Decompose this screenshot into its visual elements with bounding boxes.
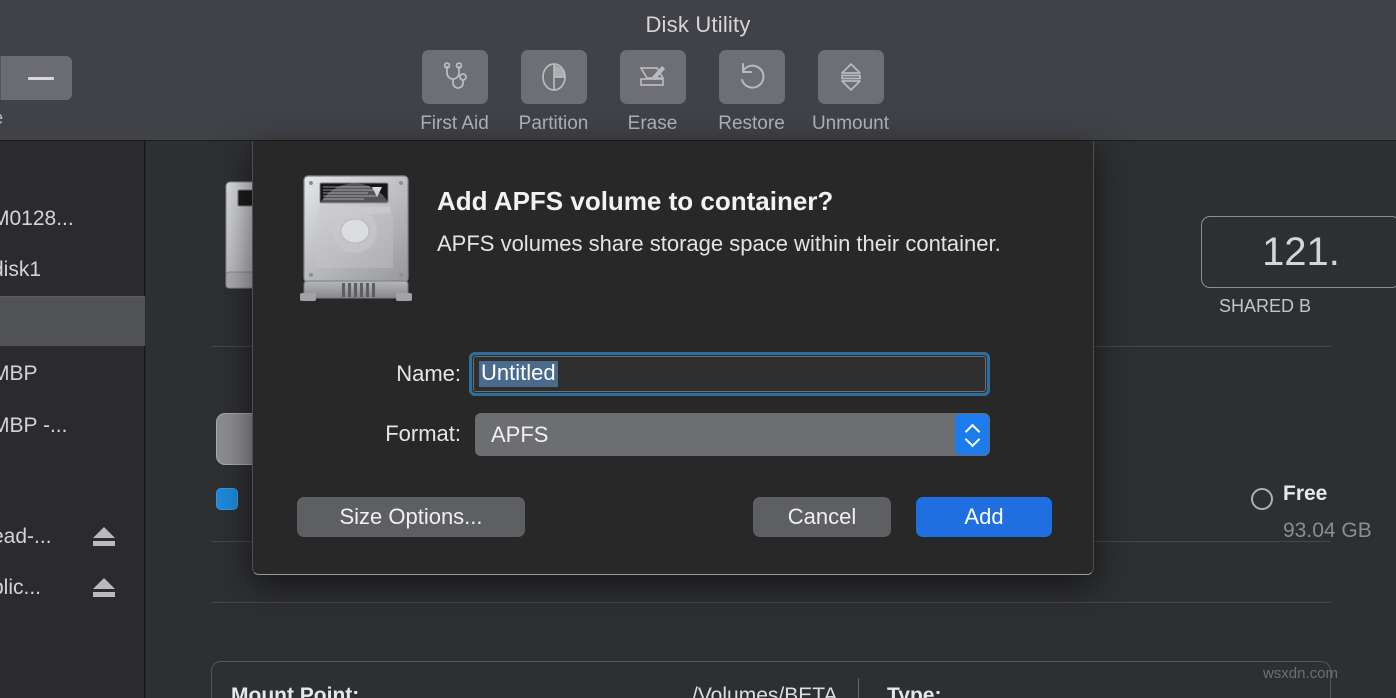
dialog-title: Add APFS volume to container? — [437, 186, 833, 217]
toolbar-label-first-aid: First Aid — [420, 113, 489, 135]
erase-pencil-icon — [637, 62, 669, 92]
mount-point-label: Mount Point: — [231, 684, 359, 698]
sidebar-item-2-selected[interactable] — [0, 296, 145, 346]
sidebar-item-label: M0128... — [0, 207, 74, 231]
add-apfs-volume-dialog: Add APFS volume to container? APFS volum… — [252, 141, 1094, 575]
window-title: Disk Utility — [0, 12, 1396, 38]
eject-triangle — [93, 527, 115, 538]
name-input-inner: Untitled — [473, 356, 986, 392]
sidebar-item-label: MBP -... — [0, 414, 67, 438]
capacity-box: 121. — [1201, 216, 1396, 288]
legend-free-size: 93.04 GB — [1283, 519, 1372, 543]
sidebar: M0128... disk1 MBP MBP -... ead-... blic… — [0, 141, 145, 698]
sidebar-item-label: blic... — [0, 576, 41, 600]
toolbar-button-first-aid[interactable]: First Aid — [405, 50, 504, 135]
eject-triangle — [93, 578, 115, 589]
pie-chart-icon — [538, 61, 570, 93]
hard-drive-icon — [298, 173, 416, 305]
remove-volume-label: lume — [0, 108, 72, 130]
mount-point-value: /Volumes/BETA — [692, 684, 838, 698]
info-separator — [858, 678, 859, 698]
sidebar-item-3[interactable]: MBP — [0, 349, 145, 399]
undo-arrow-icon — [737, 62, 767, 92]
format-select-value: APFS — [491, 422, 548, 448]
format-label: Format: — [385, 421, 461, 447]
cancel-button[interactable]: Cancel — [753, 497, 891, 537]
name-label: Name: — [396, 361, 461, 387]
stethoscope-icon — [440, 62, 470, 92]
sidebar-item-label: ead-... — [0, 525, 52, 549]
dialog-message: APFS volumes share storage space within … — [437, 231, 1001, 257]
erase-button-bg — [620, 50, 686, 104]
format-stepper-icon[interactable] — [955, 414, 989, 455]
format-field-row: Format: — [273, 421, 461, 447]
toolbar-button-unmount[interactable]: Unmount — [801, 50, 900, 135]
toolbar-divider — [0, 56, 1, 100]
capacity-value: 121. — [1262, 230, 1340, 275]
eject-icon[interactable] — [93, 527, 115, 547]
toolbar-label-erase: Erase — [628, 113, 678, 135]
watermark: wsxdn.com — [1263, 665, 1338, 682]
toolbar-label-restore: Restore — [718, 113, 785, 135]
add-button[interactable]: Add — [916, 497, 1052, 537]
minus-icon — [28, 77, 54, 80]
toolbar-button-partition[interactable]: Partition — [504, 50, 603, 135]
legend-free-label: Free — [1283, 482, 1327, 506]
remove-volume-button[interactable] — [0, 56, 72, 100]
eject-updown-icon — [838, 61, 864, 93]
type-label: Type: — [887, 684, 941, 698]
size-options-button[interactable]: Size Options... — [297, 497, 525, 537]
toolbar-buttons: First Aid Partition — [405, 50, 900, 135]
toolbar-label-partition: Partition — [519, 113, 589, 135]
info-card: Mount Point: /Volumes/BETA Type: — [211, 661, 1331, 698]
sidebar-item-6[interactable]: blic... — [0, 563, 145, 613]
window-titlebar: Disk Utility lume First Aid — [0, 0, 1396, 141]
capacity-caption: SHARED B — [1161, 296, 1396, 317]
sidebar-item-5[interactable]: ead-... — [0, 512, 145, 562]
sidebar-item-label: MBP — [0, 362, 38, 386]
sidebar-item-1[interactable]: disk1 — [0, 245, 145, 295]
name-field-row: Name: — [273, 361, 461, 387]
toolbar-label-unmount: Unmount — [812, 113, 889, 135]
sidebar-item-0[interactable]: M0128... — [0, 194, 145, 244]
disk-utility-window: Disk Utility lume First Aid — [0, 0, 1396, 698]
sidebar-item-label: disk1 — [0, 258, 41, 282]
first-aid-button-bg — [422, 50, 488, 104]
toolbar-button-erase[interactable]: Erase — [603, 50, 702, 135]
legend-free-swatch — [1251, 488, 1273, 510]
name-input-value: Untitled — [479, 361, 558, 387]
eject-base — [93, 592, 115, 597]
sidebar-item-4[interactable]: MBP -... — [0, 401, 145, 451]
toolbar-button-restore[interactable]: Restore — [702, 50, 801, 135]
partition-button-bg — [521, 50, 587, 104]
format-select[interactable]: APFS — [475, 413, 990, 456]
divider-3 — [211, 602, 1331, 603]
legend-used-swatch — [216, 488, 238, 510]
unmount-button-bg — [818, 50, 884, 104]
restore-button-bg — [719, 50, 785, 104]
eject-base — [93, 541, 115, 546]
name-input[interactable]: Untitled — [469, 352, 990, 396]
chevron-down-icon — [966, 436, 979, 444]
eject-icon[interactable] — [93, 578, 115, 598]
